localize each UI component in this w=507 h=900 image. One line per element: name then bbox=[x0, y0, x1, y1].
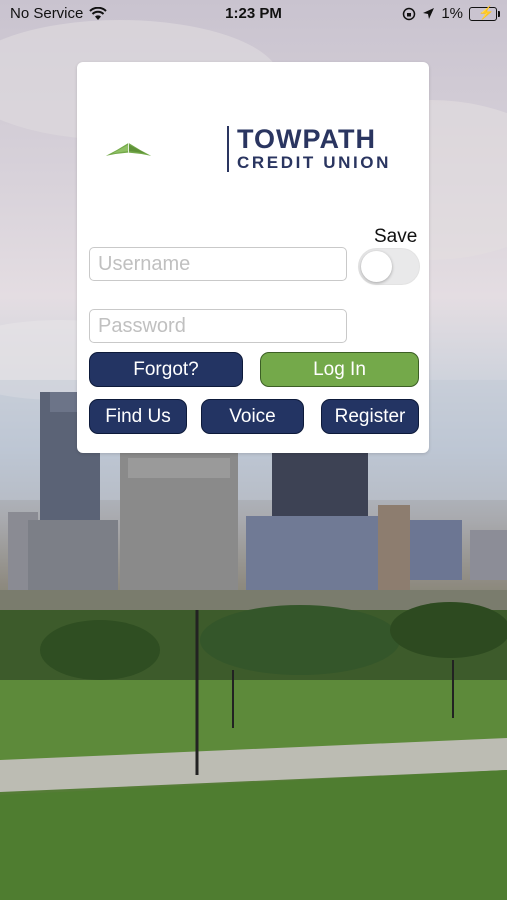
status-right: 1% ⚡ bbox=[402, 5, 500, 22]
save-toggle-knob[interactable] bbox=[361, 251, 392, 282]
login-button[interactable]: Log In bbox=[260, 352, 419, 387]
find-us-button[interactable]: Find Us bbox=[89, 399, 187, 434]
username-input[interactable] bbox=[89, 247, 347, 281]
battery-percent: 1% bbox=[441, 5, 463, 22]
towpath-logo-icon bbox=[105, 142, 152, 156]
logo-divider bbox=[227, 126, 229, 172]
logo-wordmark-line1: TOWPATH bbox=[237, 124, 376, 154]
battery-charging-icon: ⚡ bbox=[469, 5, 500, 21]
status-bar: No Service 1:23 PM 1% ⚡ bbox=[0, 0, 507, 28]
save-toggle[interactable] bbox=[358, 248, 420, 285]
location-arrow-icon bbox=[423, 8, 435, 19]
save-label: Save bbox=[374, 226, 418, 247]
login-screen: No Service 1:23 PM 1% ⚡ TOWPATH CREDIT U… bbox=[0, 0, 507, 900]
orientation-lock-icon bbox=[403, 7, 416, 20]
forgot-button[interactable]: Forgot? bbox=[89, 352, 243, 387]
logo-wordmark-line2: CREDIT UNION bbox=[237, 153, 391, 172]
password-input[interactable] bbox=[89, 309, 347, 343]
voice-button[interactable]: Voice bbox=[201, 399, 304, 434]
register-button[interactable]: Register bbox=[321, 399, 419, 434]
login-card: TOWPATH CREDIT UNION Save Forgot? Log In… bbox=[77, 62, 429, 453]
